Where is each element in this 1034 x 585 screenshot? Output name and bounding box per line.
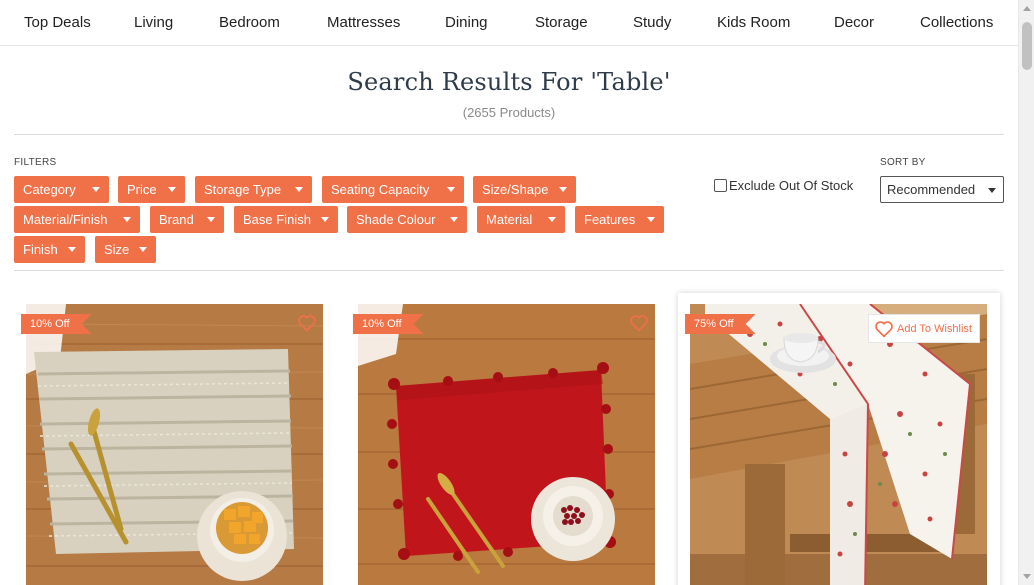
filter-chip-material-finish[interactable]: Material/Finish — [14, 206, 140, 233]
nav-item-living[interactable]: Living — [134, 0, 173, 46]
filter-chip-label: Features — [584, 212, 636, 227]
caret-down-icon — [450, 217, 458, 222]
exclude-out-of-stock-label: Exclude Out Of Stock — [729, 178, 854, 193]
product-image[interactable] — [690, 304, 987, 585]
caret-down-icon — [647, 217, 655, 222]
filter-chip-label: Material/Finish — [23, 212, 108, 227]
filter-chip-label: Base Finish — [243, 212, 311, 227]
nav-item-collections[interactable]: Collections — [920, 0, 993, 46]
nav-item-mattresses[interactable]: Mattresses — [327, 0, 400, 46]
product-card[interactable]: 75% Off Add To Wishlist — [678, 293, 1000, 585]
nav-item-bedroom[interactable]: Bedroom — [219, 0, 280, 46]
filter-chip-seating-capacity[interactable]: Seating Capacity — [322, 176, 464, 203]
sort-selected-value: Recommended — [887, 182, 976, 197]
page-scrollbar[interactable] — [1018, 0, 1034, 585]
heart-icon[interactable] — [629, 314, 649, 332]
filter-chip-finish[interactable]: Finish — [14, 236, 85, 263]
product-card[interactable]: 10% Off — [14, 293, 336, 585]
caret-down-icon — [295, 187, 303, 192]
sort-select[interactable]: Recommended — [880, 176, 1004, 203]
caret-down-icon — [321, 217, 329, 222]
caret-down-icon — [139, 247, 147, 252]
caret-down-icon — [123, 217, 131, 222]
placemat-beige-image — [26, 304, 323, 585]
filter-chip-label: Brand — [159, 212, 194, 227]
filter-chip-material[interactable]: Material — [477, 206, 565, 233]
filter-chip-size[interactable]: Size — [95, 236, 156, 263]
product-card[interactable]: 10% Off — [346, 293, 668, 585]
filter-chip-label: Storage Type — [204, 182, 282, 197]
caret-down-icon — [988, 188, 996, 193]
filter-chip-size-shape[interactable]: Size/Shape — [473, 176, 576, 203]
caret-down-icon — [559, 187, 567, 192]
table-runner-image — [690, 304, 987, 585]
filter-chip-label: Material — [486, 212, 533, 227]
exclude-out-of-stock[interactable]: Exclude Out Of Stock — [714, 178, 853, 193]
caret-down-icon — [68, 247, 76, 252]
nav-item-top-deals[interactable]: Top Deals — [24, 0, 91, 46]
add-to-wishlist-label: Add To Wishlist — [897, 322, 972, 335]
nav-item-storage[interactable]: Storage — [535, 0, 588, 46]
filter-chip-label: Size/Shape — [482, 182, 549, 197]
caret-down-icon — [447, 187, 455, 192]
exclude-out-of-stock-checkbox[interactable] — [714, 179, 727, 192]
filter-chip-shade-colour[interactable]: Shade Colour — [347, 206, 467, 233]
filter-chip-features[interactable]: Features — [575, 206, 664, 233]
header-divider — [14, 134, 1004, 135]
add-to-wishlist-button[interactable]: Add To Wishlist — [868, 314, 980, 343]
filter-chip-brand[interactable]: Brand — [150, 206, 224, 233]
filter-chip-price[interactable]: Price — [118, 176, 185, 203]
placemat-red-image — [358, 304, 655, 585]
filter-chip-label: Size — [104, 242, 130, 257]
filter-chip-label: Price — [127, 182, 157, 197]
product-count: (2655 Products) — [462, 105, 556, 120]
discount-badge: 75% Off — [685, 314, 756, 334]
heart-icon[interactable] — [297, 314, 317, 332]
filter-chip-label: Finish — [23, 242, 58, 257]
caret-down-icon — [92, 187, 100, 192]
discount-badge: 10% Off — [21, 314, 92, 334]
filter-chip-label: Shade Colour — [356, 212, 436, 227]
filters-divider — [14, 270, 1004, 271]
filter-chip-base-finish[interactable]: Base Finish — [234, 206, 338, 233]
product-image[interactable] — [358, 304, 655, 585]
top-nav: Top Deals Living Bedroom Mattresses Dini… — [0, 0, 1018, 46]
scroll-down-arrow-icon[interactable] — [1023, 574, 1031, 579]
nav-item-decor[interactable]: Decor — [834, 0, 874, 46]
discount-badge: 10% Off — [353, 314, 424, 334]
nav-item-study[interactable]: Study — [633, 0, 671, 46]
nav-item-kids-room[interactable]: Kids Room — [717, 0, 790, 46]
filter-chip-category[interactable]: Category — [14, 176, 109, 203]
product-image[interactable] — [26, 304, 323, 585]
nav-item-dining[interactable]: Dining — [445, 0, 488, 46]
heart-icon — [875, 320, 893, 338]
scrollbar-thumb[interactable] — [1022, 22, 1032, 70]
sort-label: SORT BY — [880, 157, 926, 168]
caret-down-icon — [207, 217, 215, 222]
filter-chip-storage-type[interactable]: Storage Type — [195, 176, 312, 203]
caret-down-icon — [168, 187, 176, 192]
filter-chip-label: Category — [23, 182, 76, 197]
caret-down-icon — [548, 217, 556, 222]
page-title: Search Results For 'Table' — [347, 68, 671, 96]
filter-chip-label: Seating Capacity — [331, 182, 430, 197]
scroll-up-arrow-icon[interactable] — [1023, 6, 1031, 11]
filters-label: FILTERS — [14, 157, 57, 168]
